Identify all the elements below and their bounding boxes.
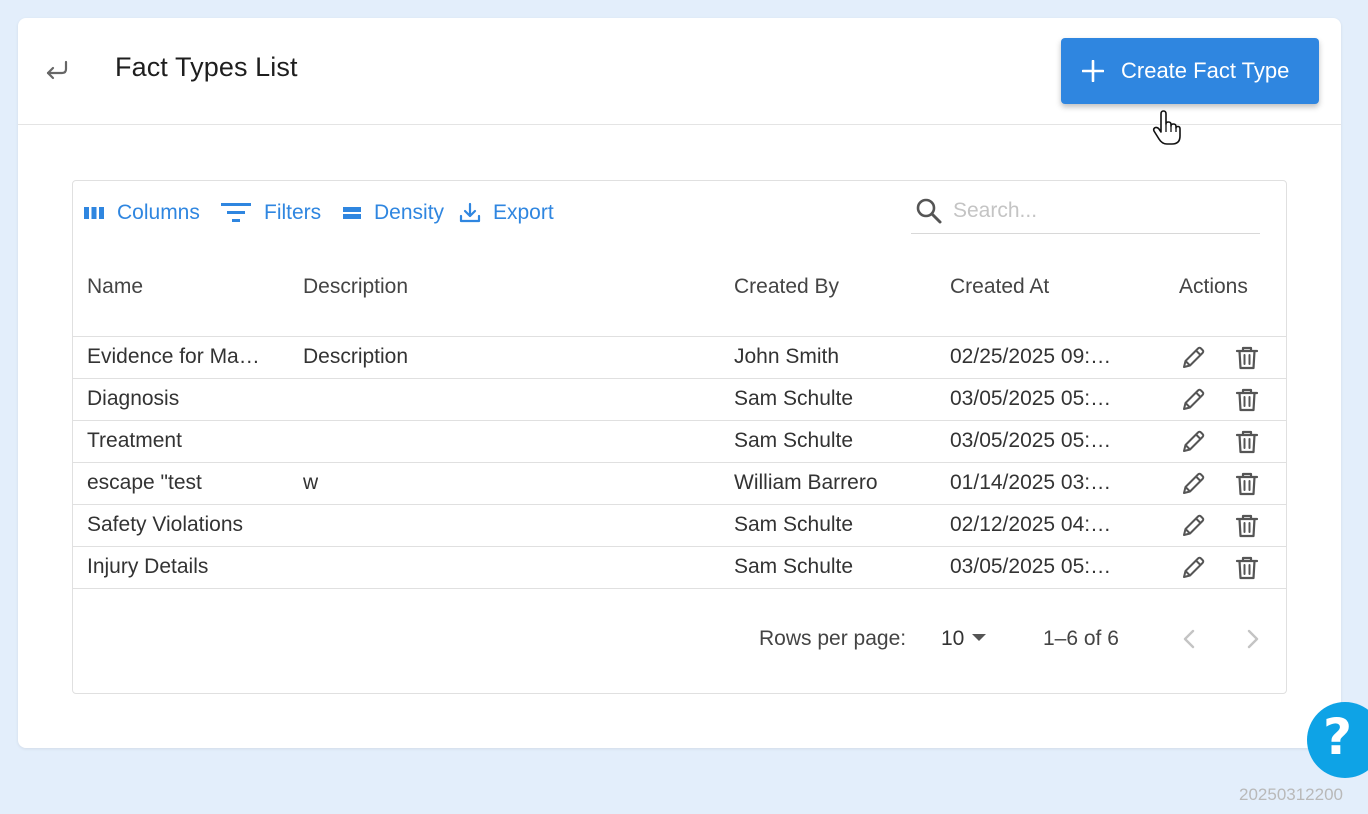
column-header-description[interactable]: Description [303, 275, 408, 299]
columns-label: Columns [117, 201, 200, 224]
cell-created-by: John Smith [734, 345, 840, 368]
cell-created-by: Sam Schulte [734, 513, 854, 536]
table-row[interactable]: Safety Violations Sam Schulte 02/12/2025 0… [73, 505, 1286, 547]
columns-button[interactable]: Columns [83, 201, 200, 225]
delete-trash-icon[interactable] [1233, 344, 1261, 372]
edit-pencil-icon[interactable] [1179, 428, 1207, 456]
search-box [911, 191, 1260, 234]
column-header-created-by[interactable]: Created By [734, 275, 839, 299]
cell-created-by: Sam Schulte [734, 429, 854, 452]
plus-icon [1082, 60, 1104, 82]
filter-icon [221, 203, 251, 222]
filters-label: Filters [264, 201, 322, 224]
rows-per-page-label: Rows per page: [759, 627, 907, 650]
card-header: Fact Types List Create Fact Type [18, 18, 1341, 145]
table-row[interactable]: escape "test w William Barrero 01/14/2025 0… [73, 463, 1286, 505]
columns-icon [84, 207, 104, 219]
cell-name: Treatment [87, 429, 182, 452]
cell-description: w [303, 471, 319, 494]
cell-name: Evidence for Ma… [87, 345, 260, 368]
cell-name: Safety Violations [87, 513, 244, 536]
delete-trash-icon[interactable] [1233, 386, 1261, 414]
edit-pencil-icon[interactable] [1179, 554, 1207, 582]
rows-per-page-select[interactable]: 10 [941, 625, 993, 655]
search-input[interactable] [951, 195, 1255, 227]
cell-created-by: Sam Schulte [734, 555, 854, 578]
build-id: 20250312200 [1239, 785, 1344, 804]
cell-name: Injury Details [87, 555, 209, 578]
help-question-mark: ? [1323, 708, 1353, 766]
table-row[interactable]: Treatment Sam Schulte 03/05/2025 05:… [73, 421, 1286, 463]
cell-description: Description [303, 345, 409, 368]
table-row[interactable]: Diagnosis Sam Schulte 03/05/2025 05:… [73, 379, 1286, 421]
help-button[interactable]: ? [1307, 702, 1368, 778]
caret-down-icon [972, 634, 986, 641]
next-page-icon[interactable] [1237, 624, 1267, 654]
cell-created-at: 03/05/2025 05:… [950, 555, 1112, 578]
cell-created-at: 01/14/2025 03:… [950, 471, 1112, 494]
cell-name: Diagnosis [87, 387, 180, 410]
rows-per-page-value: 10 [941, 627, 965, 650]
cell-created-by: Sam Schulte [734, 387, 854, 410]
cell-created-at: 03/05/2025 05:… [950, 387, 1112, 410]
pagination-range: 1–6 of 6 [1043, 627, 1119, 650]
delete-trash-icon[interactable] [1233, 554, 1261, 582]
filters-button[interactable]: Filters [220, 201, 321, 225]
delete-trash-icon[interactable] [1233, 470, 1261, 498]
fact-types-grid: Columns Filters Density Export Search...… [72, 180, 1287, 694]
download-icon [459, 202, 481, 223]
fact-types-card: Fact Types List Create Fact Type Columns [18, 18, 1341, 748]
column-header-actions: Actions [1179, 275, 1248, 298]
cell-created-at: 02/12/2025 04:… [950, 513, 1112, 536]
previous-page-icon[interactable] [1175, 624, 1205, 654]
column-header-created-at[interactable]: Created At [950, 275, 1049, 299]
hand-cursor-icon [1152, 110, 1181, 145]
column-header-name[interactable]: Name [87, 275, 143, 299]
table-row[interactable]: Injury Details Sam Schulte 03/05/2025 05:… [73, 547, 1286, 589]
back-arrow-icon[interactable] [42, 54, 72, 84]
create-fact-type-label: Create Fact Type [1121, 58, 1290, 83]
cell-created-at: 03/05/2025 05:… [950, 429, 1112, 452]
cell-created-by: William Barrero [734, 471, 878, 494]
density-icon [343, 207, 361, 219]
export-label: Export [493, 201, 554, 224]
search-icon [916, 198, 942, 224]
create-fact-type-button[interactable]: Create Fact Type [1061, 38, 1319, 104]
cell-created-at: 02/25/2025 09:… [950, 345, 1112, 368]
page-title: Fact Types List [115, 52, 298, 82]
edit-pencil-icon[interactable] [1179, 512, 1207, 540]
edit-pencil-icon[interactable] [1179, 386, 1207, 414]
edit-pencil-icon[interactable] [1179, 470, 1207, 498]
edit-pencil-icon[interactable] [1179, 344, 1207, 372]
delete-trash-icon[interactable] [1233, 512, 1261, 540]
export-button[interactable]: Export [459, 201, 554, 225]
cell-name: escape "test [87, 471, 202, 494]
density-button[interactable]: Density [342, 201, 444, 225]
table-row[interactable]: Evidence for Ma… Description John Smith 02/… [73, 337, 1286, 379]
density-label: Density [374, 201, 445, 224]
delete-trash-icon[interactable] [1233, 428, 1261, 456]
